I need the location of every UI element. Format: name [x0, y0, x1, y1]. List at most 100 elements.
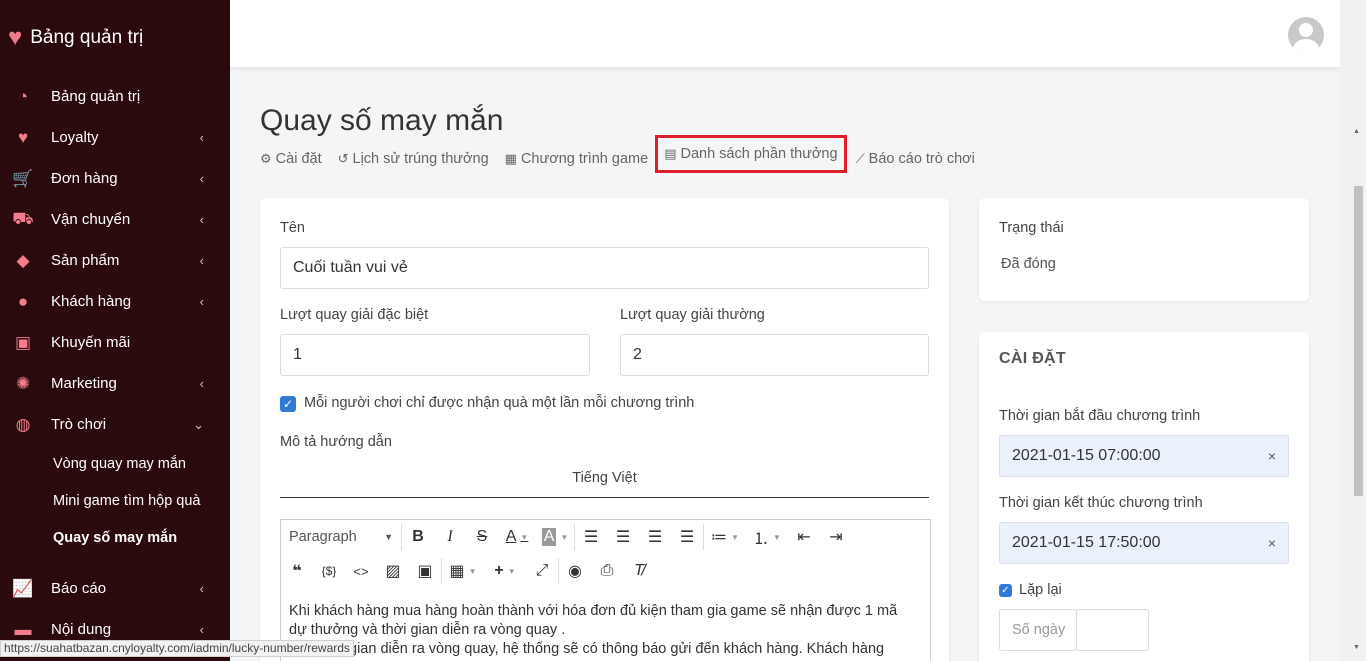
end-time-value: 2021-01-15 17:50:00 — [1012, 534, 1161, 551]
editor-toolbar-row-2: ❝ {$} <> ▨ ▣ ▦ ▼ + ▼ ⤢ ◉ ⎙ T̸ — [281, 554, 655, 588]
tab-game-program[interactable]: ▦ Chương trình game — [505, 148, 649, 170]
align-left-icon[interactable]: ☰ — [575, 520, 607, 554]
paragraph-select[interactable]: Paragraph ▼ — [281, 520, 401, 554]
main-form-card: Tên Cuối tuần vui vẻ Lượt quay giải đặc … — [260, 198, 949, 661]
code-icon[interactable]: <> — [345, 554, 377, 588]
tab-label: Báo cáo trò chơi — [868, 151, 975, 167]
avatar[interactable] — [1288, 17, 1324, 53]
tab-label: Lịch sử trúng thưởng — [352, 151, 489, 167]
settings-card: CÀI ĐẶT Thời gian bắt đầu chương trình 2… — [979, 332, 1309, 661]
media-icon[interactable]: ▣ — [409, 554, 441, 588]
sidebar-item-reports[interactable]: 📈 Báo cáo ‹ — [0, 568, 230, 609]
once-per-program-checkbox[interactable]: ✓ — [280, 396, 296, 412]
content-icon: ▬ — [14, 619, 32, 639]
highlight-color-icon[interactable]: A ▼ — [536, 520, 574, 554]
editor-toolbar-row-1: Paragraph ▼ B I S A ▼ A ▼ ☰ ☰ ☰ ☰ ≔ ▼ ⒈ ▼ ⇤ ⇥ — [281, 520, 852, 554]
fullscreen-icon[interactable]: ⤢ — [526, 554, 558, 588]
bulb-icon: ✺ — [15, 373, 31, 393]
blockquote-icon[interactable]: ❝ — [281, 554, 313, 588]
sidebar-item-orders[interactable]: 🛒 Đơn hàng ‹ — [0, 158, 230, 199]
template-variable-icon[interactable]: {$} — [313, 554, 345, 588]
language-tab-underline — [280, 497, 929, 498]
rich-text-editor[interactable]: Paragraph ▼ B I S A ▼ A ▼ ☰ ☰ ☰ ☰ ≔ ▼ ⒈ ▼ ⇤ ⇥… — [280, 519, 931, 661]
language-tab[interactable]: Tiếng Việt — [280, 470, 929, 486]
sidebar-item-label: Khách hàng — [51, 293, 132, 310]
tab-settings[interactable]: ⚙ Cài đặt — [260, 148, 322, 170]
align-justify-icon[interactable]: ☰ — [671, 520, 703, 554]
sidebar-item-label: Trò chơi — [51, 416, 107, 433]
preview-eye-icon[interactable]: ◉ — [559, 554, 591, 588]
sidebar-item-shipping[interactable]: ⛟ Vận chuyển ‹ — [0, 199, 230, 240]
sidebar-subitem-gift-box[interactable]: Mini game tìm hộp quà — [0, 482, 230, 519]
special-spins-label: Lượt quay giải đặc biệt — [280, 307, 429, 323]
outdent-icon[interactable]: ⇤ — [788, 520, 820, 554]
editor-line: dự thưởng và thời gian diễn ra vòng quay… — [289, 622, 566, 638]
sidebar-item-products[interactable]: ◆ Sản phẩm ‹ — [0, 240, 230, 281]
print-icon[interactable]: ⎙ — [591, 554, 623, 588]
chevron-left-icon: ‹ — [199, 253, 204, 268]
repeat-days-input[interactable]: Số ngày — [999, 609, 1077, 651]
repeat-checkbox[interactable]: ✓ — [999, 584, 1012, 597]
tab-win-history[interactable]: ↺ Lịch sử trúng thưởng — [338, 148, 489, 170]
text-color-icon[interactable]: A ▼ — [498, 520, 536, 554]
sidebar-subitem-lucky-wheel[interactable]: Vòng quay may mắn — [0, 445, 230, 482]
sidebar-item-label: Khuyến mãi — [51, 334, 131, 351]
dashboard-icon: ◔ — [17, 86, 29, 106]
name-label: Tên — [280, 220, 305, 236]
start-time-input[interactable]: 2021-01-15 07:00:00 × — [999, 435, 1289, 477]
editor-line: Khi khách hàng mua hàng hoàn thành với h… — [289, 603, 898, 619]
strikethrough-icon[interactable]: S — [466, 520, 498, 554]
sidebar-item-label: Bảng quản trị — [51, 88, 141, 105]
gear-icon: ⚙ — [260, 151, 272, 166]
tag-icon: ◆ — [16, 250, 30, 270]
end-time-input[interactable]: 2021-01-15 17:50:00 × — [999, 522, 1289, 564]
clear-icon[interactable]: × — [1268, 535, 1276, 551]
repeat-unit-input[interactable] — [1076, 609, 1149, 651]
align-right-icon[interactable]: ☰ — [639, 520, 671, 554]
italic-icon[interactable]: I — [434, 520, 466, 554]
page-title: Quay số may mắn — [260, 104, 504, 137]
sidebar-item-promotions[interactable]: ▣ Khuyến mãi — [0, 322, 230, 363]
table-icon[interactable]: ▦ ▼ — [442, 554, 484, 588]
sidebar-item-games[interactable]: ◍ Trò chơi ⌄ — [0, 404, 230, 445]
indent-icon[interactable]: ⇥ — [820, 520, 852, 554]
user-icon: ● — [17, 291, 29, 311]
start-time-value: 2021-01-15 07:00:00 — [1012, 447, 1161, 464]
sidebar-item-label: Vận chuyển — [51, 211, 131, 228]
sidebar-item-label: Marketing — [51, 375, 117, 392]
bullet-list-icon[interactable]: ≔ ▼ — [704, 520, 746, 554]
numbered-list-icon[interactable]: ⒈ ▼ — [746, 520, 788, 554]
sidebar-item-marketing[interactable]: ✺ Marketing ‹ — [0, 363, 230, 404]
tab-game-report[interactable]: ⟋ Báo cáo trò chơi — [856, 148, 975, 170]
scroll-up-arrow-icon[interactable]: ▲ — [1353, 128, 1360, 135]
special-spins-input[interactable]: 1 — [280, 334, 590, 376]
sidebar-item-customers[interactable]: ● Khách hàng ‹ — [0, 281, 230, 322]
normal-spins-input[interactable]: 2 — [620, 334, 929, 376]
insert-plus-icon[interactable]: + ▼ — [484, 554, 526, 588]
sidebar-subitem-lucky-number[interactable]: Quay số may mắn — [0, 519, 230, 556]
status-label: Trạng thái — [999, 220, 1064, 236]
name-input[interactable]: Cuối tuần vui vẻ — [280, 247, 929, 289]
end-time-label: Thời gian kết thúc chương trình — [999, 495, 1203, 511]
once-per-program-label: Mỗi người chơi chỉ được nhận quà một lần… — [304, 395, 695, 411]
scroll-down-arrow-icon[interactable]: ▼ — [1353, 644, 1360, 651]
align-center-icon[interactable]: ☰ — [607, 520, 639, 554]
clear-icon[interactable]: × — [1268, 448, 1276, 464]
clear-format-icon[interactable]: T̸ — [623, 554, 655, 588]
chart-icon: 📈 — [12, 578, 34, 598]
settings-title: CÀI ĐẶT — [999, 350, 1066, 367]
tab-rewards-list[interactable]: ▤ Danh sách phần thưởng — [655, 135, 847, 173]
sidebar-item-loyalty[interactable]: ♥ Loyalty ‹ — [0, 117, 230, 158]
chevron-left-icon: ‹ — [199, 581, 204, 596]
sidebar: ♥ Bảng quản trị ◔ Bảng quản trị ♥ Loyalt… — [0, 0, 230, 661]
brand[interactable]: ♥ Bảng quản trị — [0, 0, 230, 76]
scroll-thumb[interactable] — [1354, 186, 1363, 496]
bold-icon[interactable]: B — [402, 520, 434, 554]
sidebar-tail: 📈 Báo cáo ‹ ▬ Nội dung ‹ — [0, 568, 230, 650]
sidebar-item-dashboard[interactable]: ◔ Bảng quản trị — [0, 76, 230, 117]
sidebar-item-label: Đơn hàng — [51, 170, 118, 187]
chevron-left-icon: ‹ — [199, 212, 204, 227]
editor-content[interactable]: Khi khách hàng mua hàng hoàn thành với h… — [289, 602, 919, 659]
image-icon[interactable]: ▨ — [377, 554, 409, 588]
page-scrollbar[interactable]: ▲ ▼ — [1340, 0, 1366, 661]
